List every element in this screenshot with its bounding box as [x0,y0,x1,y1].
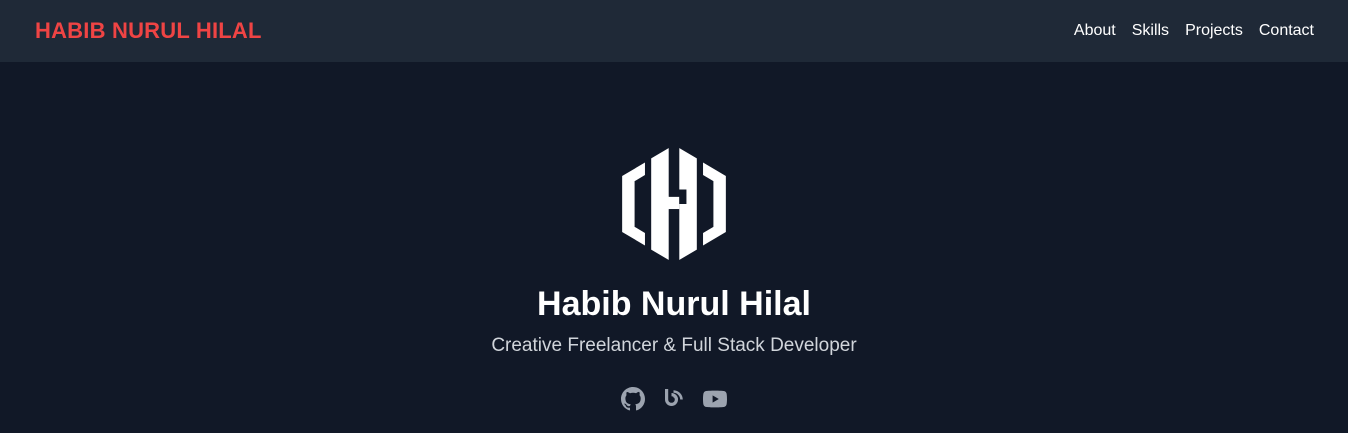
nav-links: About Skills Projects Contact [1074,22,1314,40]
blog-icon [665,389,683,406]
hexagon-h-logo-icon [622,148,726,260]
nav-link-about[interactable]: About [1074,22,1116,39]
nav-item-skills: Skills [1132,22,1169,40]
youtube-icon [703,390,727,408]
blog-link[interactable] [661,386,687,412]
nav-link-contact[interactable]: Contact [1259,22,1314,39]
nav-item-projects: Projects [1185,22,1243,40]
github-icon [621,387,645,411]
nav-link-skills[interactable]: Skills [1132,22,1169,39]
brand-link[interactable]: HABIB NURUL HILAL [35,18,262,44]
github-link[interactable] [620,386,646,412]
social-links [620,386,728,412]
youtube-link[interactable] [702,386,728,412]
hero-title: Habib Nurul Hilal [537,285,811,323]
nav-item-about: About [1074,22,1116,40]
nav-link-projects[interactable]: Projects [1185,22,1243,39]
navbar: HABIB NURUL HILAL About Skills Projects … [0,0,1348,62]
hero-section: Habib Nurul Hilal Creative Freelancer & … [0,62,1348,433]
nav-item-contact: Contact [1259,22,1314,40]
hero-subtitle: Creative Freelancer & Full Stack Develop… [491,335,857,356]
